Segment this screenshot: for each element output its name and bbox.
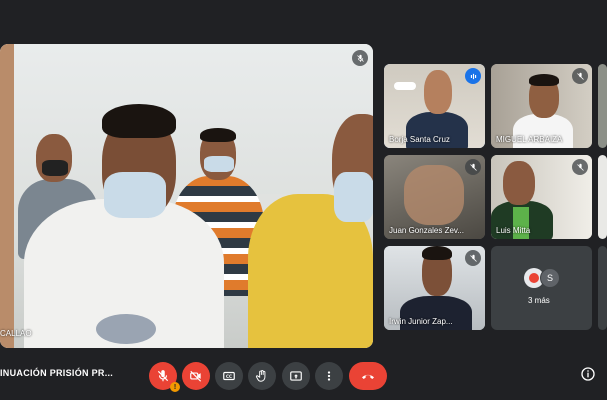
speaking-indicator-icon bbox=[465, 68, 481, 84]
participant-name: MIGUEL ARBAIZA bbox=[496, 135, 563, 144]
mic-off-icon bbox=[465, 159, 481, 175]
participant-tile-partial[interactable] bbox=[598, 155, 607, 239]
captions-button[interactable]: CC bbox=[215, 362, 243, 390]
alert-badge: ! bbox=[170, 382, 180, 392]
svg-text:CC: CC bbox=[226, 374, 232, 379]
mic-off-icon bbox=[572, 68, 588, 84]
participant-tile[interactable]: MIGUEL ARBAIZA bbox=[491, 64, 592, 148]
main-video-tile[interactable]: CALLAO bbox=[0, 44, 373, 348]
end-call-icon bbox=[362, 374, 374, 379]
avatar: S bbox=[540, 268, 560, 288]
present-icon bbox=[290, 371, 302, 381]
video-person-hair bbox=[529, 74, 559, 86]
present-screen-button[interactable] bbox=[282, 362, 310, 390]
participant-tile-partial[interactable] bbox=[598, 64, 607, 148]
video-person-head bbox=[503, 161, 535, 205]
mic-off-icon bbox=[572, 159, 588, 175]
camera-toggle-button[interactable] bbox=[182, 362, 210, 390]
camera-off-icon bbox=[190, 370, 202, 382]
participant-name: Irwin Junior Zap... bbox=[389, 317, 453, 326]
mic-off-icon bbox=[157, 370, 169, 382]
participant-tile-partial[interactable] bbox=[598, 246, 607, 330]
avatar-initial: S bbox=[546, 273, 553, 283]
more-icon bbox=[327, 371, 331, 381]
participant-name: Juan Gonzales Zev... bbox=[389, 226, 464, 235]
participant-name: Luis Mitta bbox=[496, 226, 531, 235]
mic-off-icon bbox=[352, 50, 368, 66]
shirt-logo bbox=[96, 314, 156, 344]
end-call-button[interactable] bbox=[349, 362, 387, 390]
video-person-hair bbox=[422, 246, 452, 260]
avatar-dot bbox=[529, 273, 539, 283]
mic-off-icon bbox=[465, 250, 481, 266]
more-participants-tile[interactable] bbox=[491, 246, 592, 330]
participant-name: Borja Santa Cruz bbox=[389, 135, 450, 144]
bottom-toolbar: INUACIÓN PRISIÓN PR... ! CC bbox=[0, 352, 607, 400]
participant-tile[interactable]: Irwin Junior Zap... bbox=[384, 246, 485, 330]
more-options-button[interactable] bbox=[315, 362, 343, 390]
video-background-pillar bbox=[0, 44, 14, 348]
ceiling-light bbox=[394, 82, 416, 90]
meeting-title: INUACIÓN PRISIÓN PR... bbox=[0, 368, 114, 378]
more-participants-label: 3 más bbox=[528, 296, 550, 305]
participant-tile[interactable]: Borja Santa Cruz bbox=[384, 64, 485, 148]
participant-tile[interactable]: Luis Mitta bbox=[491, 155, 592, 239]
captions-icon: CC bbox=[223, 371, 235, 381]
video-person-face bbox=[404, 165, 464, 225]
info-icon[interactable] bbox=[580, 366, 596, 382]
participant-tile[interactable]: Juan Gonzales Zev... bbox=[384, 155, 485, 239]
hand-icon bbox=[255, 369, 266, 382]
mic-toggle-button[interactable]: ! bbox=[149, 362, 180, 392]
raise-hand-button[interactable] bbox=[248, 362, 276, 390]
participant-name: CALLAO bbox=[0, 329, 32, 338]
video-person-head bbox=[424, 70, 452, 114]
